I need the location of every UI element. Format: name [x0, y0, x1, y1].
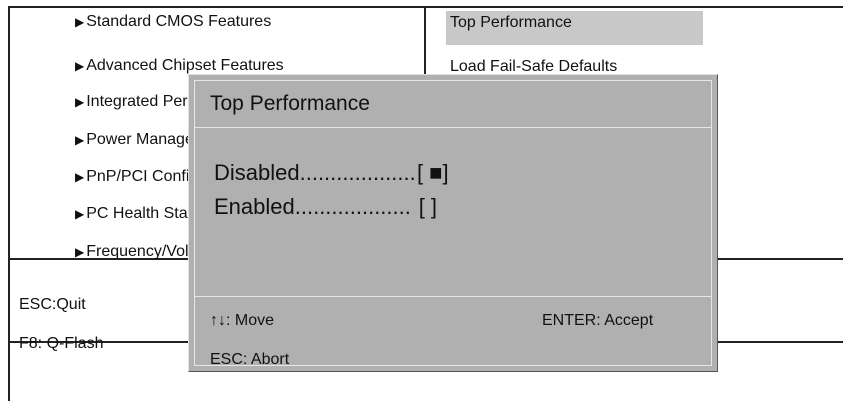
key-help-qflash: F8: Q-Flash [19, 335, 104, 352]
key-help-abort: ESC: Abort [210, 351, 290, 368]
submenu-arrow-icon: ▶ [75, 245, 85, 259]
option-unselected-mark: [ ] [418, 194, 438, 219]
submenu-arrow-icon: ▶ [75, 95, 85, 109]
submenu-arrow-icon: ▶ [75, 59, 85, 73]
menu-item-standard-cmos[interactable]: ▶ Standard CMOS Features [75, 12, 271, 32]
menu-item-advanced-chipset[interactable]: ▶ Advanced Chipset Features [75, 56, 284, 76]
option-selected-mark: [ ■] [416, 160, 449, 185]
dialog-title: Top Performance [210, 92, 370, 115]
submenu-arrow-icon: ▶ [75, 207, 85, 221]
submenu-arrow-icon: ▶ [75, 15, 85, 29]
menu-item-label: Advanced Chipset Features [86, 57, 284, 74]
menu-item-label: Standard CMOS Features [86, 13, 272, 30]
key-help-move: ↑↓: Move [210, 312, 275, 329]
menu-item-top-performance[interactable]: Top Performance [450, 13, 572, 33]
option-enabled[interactable]: Enabled................... [ ] [214, 194, 445, 220]
key-help-quit: ESC:Quit [19, 296, 86, 313]
option-label: Enabled................... [214, 194, 411, 219]
option-disabled[interactable]: Disabled...................[ ■] [214, 160, 450, 186]
option-label: Disabled................... [214, 160, 416, 185]
dialog-footer-divider [194, 296, 712, 297]
key-help-accept: ENTER: Accept [542, 312, 654, 329]
dialog-title-divider [194, 127, 712, 128]
submenu-arrow-icon: ▶ [75, 133, 85, 147]
submenu-arrow-icon: ▶ [75, 170, 85, 184]
